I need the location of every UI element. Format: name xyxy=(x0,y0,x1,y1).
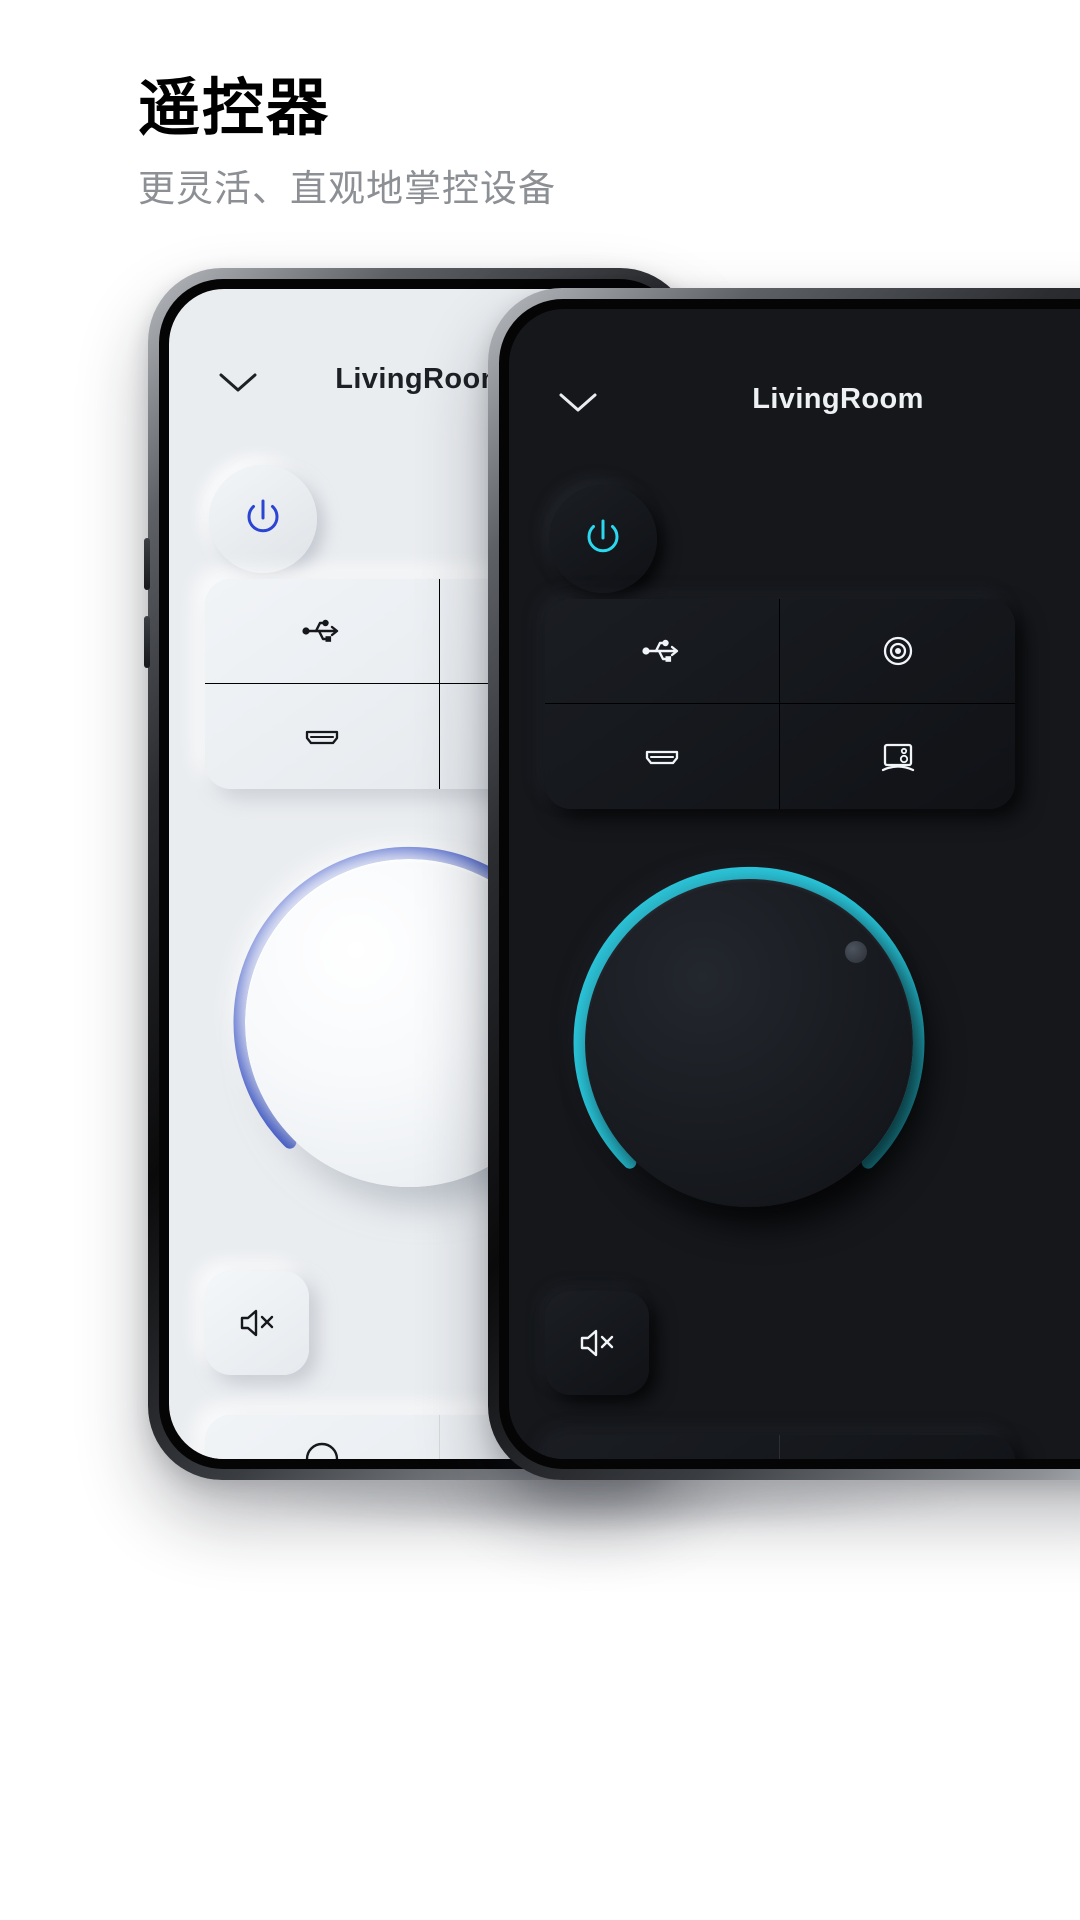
output-bar: Unbalanced AUTO xyxy=(545,1435,1015,1459)
output-button-headphones[interactable]: Unbalanced xyxy=(545,1435,780,1459)
power-button[interactable] xyxy=(549,485,657,593)
phone-mockup-dark: LivingRoom xyxy=(488,288,1080,1480)
source-button-hdmi[interactable] xyxy=(205,684,440,789)
speaker-mute-icon xyxy=(580,1329,614,1357)
speaker-icon xyxy=(881,743,914,771)
phone-screen-dark: LivingRoom xyxy=(509,309,1080,1459)
source-button-usb[interactable] xyxy=(205,579,440,684)
phone-mockup-stage: LivingRoom LivingRoom xyxy=(0,0,1080,1920)
volume-knob-face[interactable] xyxy=(585,879,913,1207)
source-button-hdmi[interactable] xyxy=(545,704,780,809)
source-button-optical[interactable] xyxy=(780,599,1015,704)
phone-bezel: LivingRoom xyxy=(499,299,1080,1469)
phone-side-button-volume-down[interactable] xyxy=(144,616,150,668)
usb-icon xyxy=(302,619,339,642)
output-button-auto[interactable]: AUTO xyxy=(780,1435,1015,1459)
hdmi-icon xyxy=(645,750,679,764)
volume-knob[interactable] xyxy=(539,833,959,1253)
remote-control-ui-dark: LivingRoom xyxy=(509,309,1080,1459)
room-name-title: LivingRoom xyxy=(752,383,924,415)
power-icon xyxy=(247,499,279,533)
power-button[interactable] xyxy=(209,465,317,573)
optical-icon xyxy=(883,636,912,666)
speaker-mute-icon xyxy=(240,1309,274,1337)
power-icon xyxy=(587,519,619,553)
source-button-speaker[interactable] xyxy=(780,704,1015,809)
usb-icon xyxy=(642,639,679,662)
output-button-headphones[interactable]: Headphones xyxy=(205,1415,440,1459)
source-button-usb[interactable] xyxy=(545,599,780,704)
phone-side-button-volume-up[interactable] xyxy=(144,538,150,590)
source-select-card xyxy=(545,599,1015,809)
mute-button[interactable] xyxy=(545,1291,649,1395)
hdmi-icon xyxy=(305,730,339,744)
volume-knob-indicator xyxy=(845,941,867,963)
headphones-icon xyxy=(305,1442,339,1459)
mute-button[interactable] xyxy=(205,1271,309,1375)
app-topbar: LivingRoom xyxy=(509,383,1080,435)
